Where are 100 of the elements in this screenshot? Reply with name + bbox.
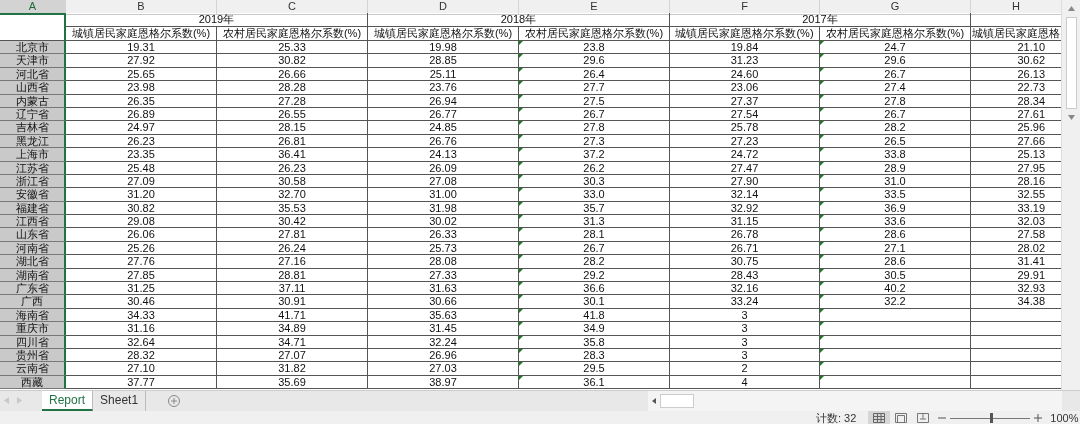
column-header[interactable]: B <box>66 0 217 15</box>
table-cell: 33.0 <box>583 188 605 201</box>
table-cell: 31.23 <box>730 54 759 67</box>
table-cell: 37.11 <box>278 282 306 295</box>
table-cell: 33.8 <box>884 148 906 161</box>
normal-view-icon[interactable] <box>868 411 891 424</box>
table-cell: 27.3 <box>583 134 605 147</box>
table-cell: 32.64 <box>127 335 155 348</box>
table-cell: 26.23 <box>278 161 306 174</box>
row-header[interactable]: 山西省 <box>0 81 66 95</box>
column-title: 农村居民家庭恩格尔系数(%) <box>524 27 664 39</box>
zoom-out-button[interactable] <box>938 414 947 422</box>
table-cell: 35.53 <box>278 201 306 214</box>
row-header[interactable]: 广东省 <box>0 282 66 296</box>
table-cell: 28.16 <box>1017 174 1045 187</box>
scroll-thumb[interactable] <box>660 394 694 408</box>
column-header[interactable]: G <box>820 0 971 15</box>
table-cell: 29.5 <box>583 362 605 375</box>
year-header: 2019年 <box>198 13 235 25</box>
column-header[interactable]: A <box>0 0 66 15</box>
row-header[interactable]: 上海市 <box>0 148 66 162</box>
table-cell: 26.55 <box>278 107 306 120</box>
table-cell: 28.2 <box>884 121 906 134</box>
table-cell: 30.3 <box>583 174 605 187</box>
table-cell: 32.70 <box>278 188 306 201</box>
table-cell: 27.4 <box>884 81 906 94</box>
column-title: 农村居民家庭恩格尔系数(%) <box>222 27 362 39</box>
table-cell: 26.06 <box>127 228 155 241</box>
table-cell: 26.33 <box>429 228 457 241</box>
scroll-thumb[interactable] <box>1065 17 1077 109</box>
horizontal-scrollbar[interactable] <box>648 391 1062 411</box>
row-header[interactable]: 天津市 <box>0 54 66 68</box>
table-cell: 31.0 <box>884 174 906 187</box>
table-cell: 30.82 <box>278 54 306 67</box>
table-cell: 31.45 <box>429 322 457 335</box>
table-cell: 31.15 <box>730 215 759 228</box>
row-header[interactable]: 山东省 <box>0 228 66 242</box>
column-header[interactable]: C <box>217 0 368 15</box>
column-title: 农村居民家庭恩格尔系数(%) <box>825 27 965 39</box>
table-cell: 23.35 <box>127 148 155 161</box>
table-cell: 30.5 <box>884 268 906 281</box>
table-cell: 27.1 <box>884 241 906 254</box>
row-header[interactable]: 广西 <box>0 295 66 309</box>
table-cell: 29.6 <box>884 54 906 67</box>
table-cell: 25.78 <box>730 121 759 134</box>
table-cell: 28.9 <box>884 161 906 174</box>
table-cell: 33.19 <box>1017 201 1045 214</box>
table-cell: 31.20 <box>127 188 155 201</box>
column-title: 城镇居民家庭恩格 <box>972 27 1060 39</box>
table-cell: 25.26 <box>127 241 155 254</box>
table-cell: 27.37 <box>730 94 759 107</box>
table-cell: 31.25 <box>127 282 155 295</box>
vertical-scrollbar[interactable] <box>1061 0 1080 390</box>
table-cell: 26.78 <box>730 228 759 241</box>
table-cell: 27.92 <box>127 54 155 67</box>
row-header[interactable]: 北京市 <box>0 41 66 55</box>
zoom-in-button[interactable] <box>1034 414 1043 422</box>
row-header[interactable]: 安徽省 <box>0 188 66 202</box>
table-cell: 25.65 <box>127 67 155 80</box>
row-header[interactable]: 云南省 <box>0 362 66 376</box>
table-cell: 26.96 <box>429 349 457 361</box>
row-header[interactable]: 吉林省 <box>0 121 66 135</box>
count-readout: 计数: 32 <box>816 410 857 424</box>
row-header[interactable]: 重庆市 <box>0 322 66 336</box>
table-cell: 27.85 <box>127 268 155 281</box>
table-cell: 41.8 <box>583 308 605 321</box>
table-cell: 23.76 <box>429 81 457 94</box>
table-cell: 23.98 <box>127 81 155 94</box>
table-cell: 31.63 <box>429 282 457 295</box>
scroll-left-icon[interactable] <box>652 398 656 404</box>
row-header[interactable]: 江西省 <box>0 215 66 229</box>
table-cell: 36.6 <box>583 282 605 295</box>
column-header[interactable]: F <box>670 0 820 15</box>
scroll-down-icon[interactable] <box>1067 115 1075 120</box>
table-cell: 3 <box>741 349 748 361</box>
table-cell: 36.9 <box>884 201 906 214</box>
table-cell: 26.35 <box>127 94 155 107</box>
row-header[interactable]: 湖北省 <box>0 255 66 269</box>
table-cell: 32.24 <box>429 335 457 348</box>
table-cell: 30.66 <box>429 295 457 308</box>
column-header[interactable]: D <box>368 0 519 15</box>
table-cell: 25.11 <box>429 67 457 80</box>
table-cell: 25.48 <box>127 161 155 174</box>
table-cell: 3 <box>741 308 748 321</box>
table-cell: 28.3 <box>583 349 605 361</box>
table-cell: 28.43 <box>730 268 759 281</box>
table-cell: 28.1 <box>583 228 605 241</box>
add-sheet-icon[interactable] <box>168 395 181 407</box>
table-cell: 32.2 <box>884 295 906 308</box>
table-cell: 24.85 <box>429 121 457 134</box>
scroll-up-icon[interactable] <box>1067 6 1075 11</box>
table-cell: 26.7 <box>884 67 906 80</box>
table-cell: 27.5 <box>583 94 605 107</box>
table-cell: 27.58 <box>1017 228 1045 241</box>
table-cell: 36.1 <box>583 375 605 388</box>
column-header[interactable]: E <box>519 0 670 15</box>
table-cell: 27.33 <box>429 268 457 281</box>
table-cell: 28.34 <box>1017 94 1045 107</box>
sheet-tab[interactable]: Report <box>42 391 94 411</box>
table-cell: 26.81 <box>278 134 306 147</box>
